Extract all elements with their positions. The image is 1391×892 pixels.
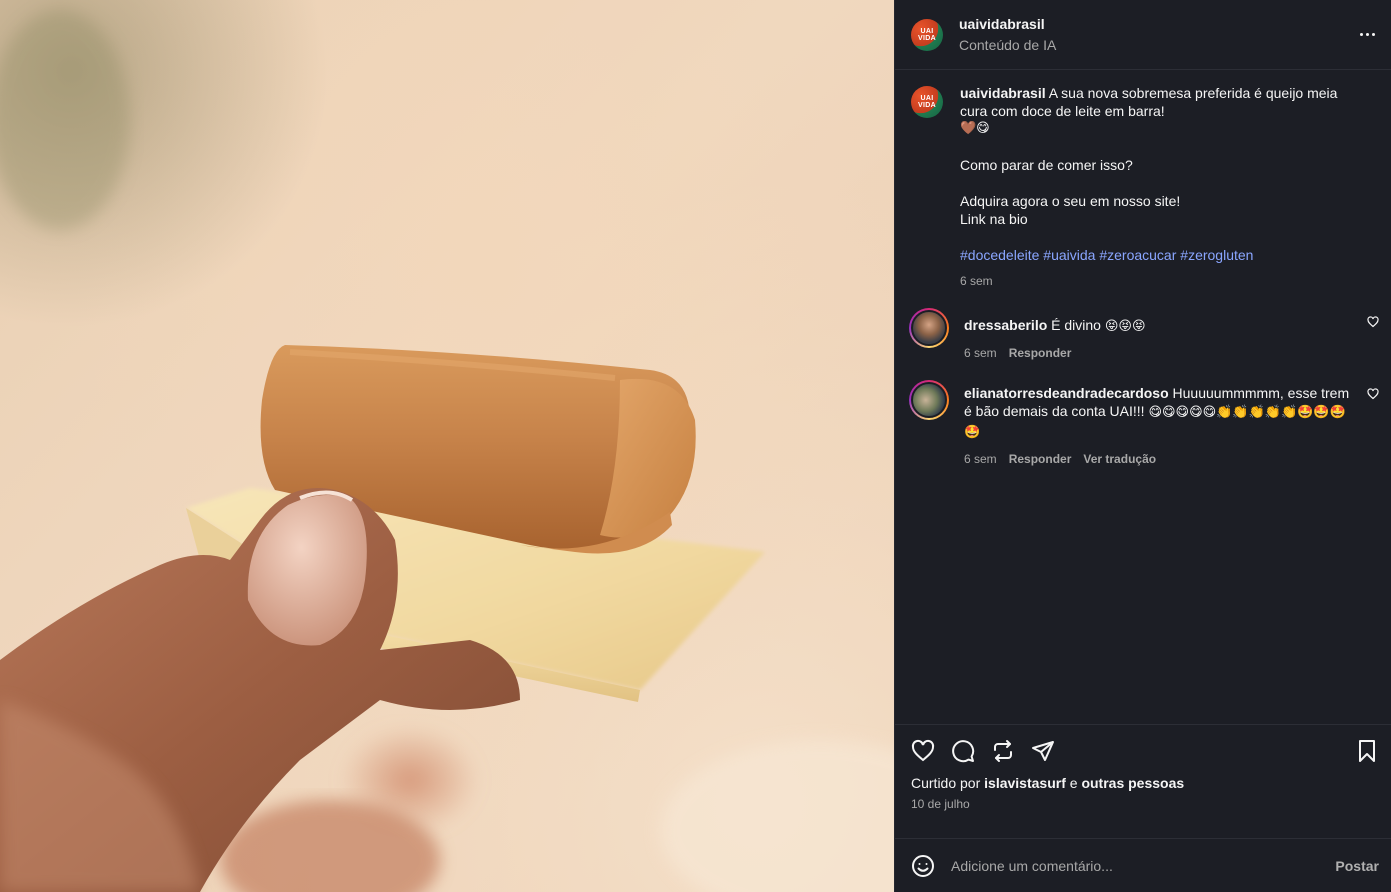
more-options-icon[interactable] (1355, 23, 1379, 47)
hashtag-link[interactable]: #docedeleite (960, 247, 1039, 263)
like-comment-icon[interactable] (1367, 316, 1379, 328)
liked-by-prefix: Curtido por (911, 775, 985, 791)
caption-line4: Link na bio (960, 211, 1028, 227)
reply-button[interactable]: Responder (1009, 344, 1072, 362)
comment-username[interactable]: dressaberilo (964, 317, 1047, 333)
post-date[interactable]: 10 de julho (911, 797, 1379, 811)
post-header: UAI VIDA uaividabrasil Conteúdo de IA (895, 0, 1391, 70)
food-photo (0, 10, 894, 892)
action-buttons (911, 737, 1379, 765)
liked-by: Curtido por islavistasurf e outras pesso… (911, 775, 1379, 791)
hashtag-link[interactable]: #zerogluten (1180, 247, 1253, 263)
comment-text: É divino (1051, 317, 1105, 333)
like-comment-icon[interactable] (1367, 388, 1379, 400)
emoji-picker-icon[interactable] (911, 854, 935, 878)
caption-line3: Adquira agora o seu em nosso site! (960, 193, 1181, 209)
comment-item: elianatorresdeandradecardoso Huuuuummmmm… (909, 380, 1379, 468)
caption-username[interactable]: uaividabrasil (960, 85, 1046, 101)
comment-username[interactable]: elianatorresdeandradecardoso (964, 385, 1169, 401)
hashtag-link[interactable]: #uaivida (1043, 247, 1095, 263)
author-username[interactable]: uaividabrasil (959, 16, 1355, 32)
post-actions: Curtido por islavistasurf e outras pesso… (895, 724, 1391, 838)
post-image[interactable] (0, 0, 894, 892)
caption-emojis: 🤎😋 (960, 121, 990, 136)
commenter-avatar[interactable] (909, 380, 949, 420)
caption-time[interactable]: 6 sem (960, 272, 993, 290)
liked-by-others[interactable]: outras pessoas (1081, 775, 1184, 791)
comment-meta: 6 sem Responder Ver tradução (964, 450, 1355, 468)
comment-item: dressaberilo É divino 😝😝😝 6 sem Responde… (909, 308, 1379, 362)
comment-time[interactable]: 6 sem (964, 344, 997, 362)
comment-time[interactable]: 6 sem (964, 450, 997, 468)
caption-meta: 6 sem (960, 272, 1355, 290)
hashtags: #docedeleite #uaivida #zeroacucar #zerog… (960, 246, 1355, 264)
post-comment-button[interactable]: Postar (1335, 858, 1379, 874)
comment-bubble-icon[interactable] (951, 739, 975, 763)
liked-by-user[interactable]: islavistasurf (984, 775, 1066, 791)
caption: UAI VIDA uaividabrasil A sua nova sobrem… (911, 85, 1379, 290)
see-translation-button[interactable]: Ver tradução (1083, 450, 1156, 468)
hashtag-link[interactable]: #zeroacucar (1099, 247, 1176, 263)
caption-author-avatar[interactable]: UAI VIDA (911, 86, 943, 118)
share-paper-plane-icon[interactable] (1031, 739, 1055, 763)
reply-button[interactable]: Responder (1009, 450, 1072, 468)
repost-icon[interactable] (991, 739, 1015, 763)
liked-by-middle: e (1065, 775, 1082, 791)
ai-content-label[interactable]: Conteúdo de IA (959, 37, 1355, 53)
add-comment-bar: Postar (895, 838, 1391, 892)
instagram-post-modal: UAI VIDA uaividabrasil Conteúdo de IA UA… (0, 0, 1391, 892)
commenter-avatar[interactable] (909, 308, 949, 348)
comment-meta: 6 sem Responder (964, 344, 1355, 362)
author-avatar[interactable]: UAI VIDA (911, 18, 943, 51)
comments-list: UAI VIDA uaividabrasil A sua nova sobrem… (895, 70, 1391, 724)
comment-emojis: 😝😝😝 (1104, 319, 1146, 334)
header-text: uaividabrasil Conteúdo de IA (959, 16, 1355, 53)
save-bookmark-icon[interactable] (1355, 739, 1379, 763)
post-side-panel: UAI VIDA uaividabrasil Conteúdo de IA UA… (894, 0, 1391, 892)
add-comment-input[interactable] (951, 857, 1336, 874)
like-heart-icon[interactable] (911, 739, 935, 763)
caption-line2: Como parar de comer isso? (960, 157, 1133, 173)
